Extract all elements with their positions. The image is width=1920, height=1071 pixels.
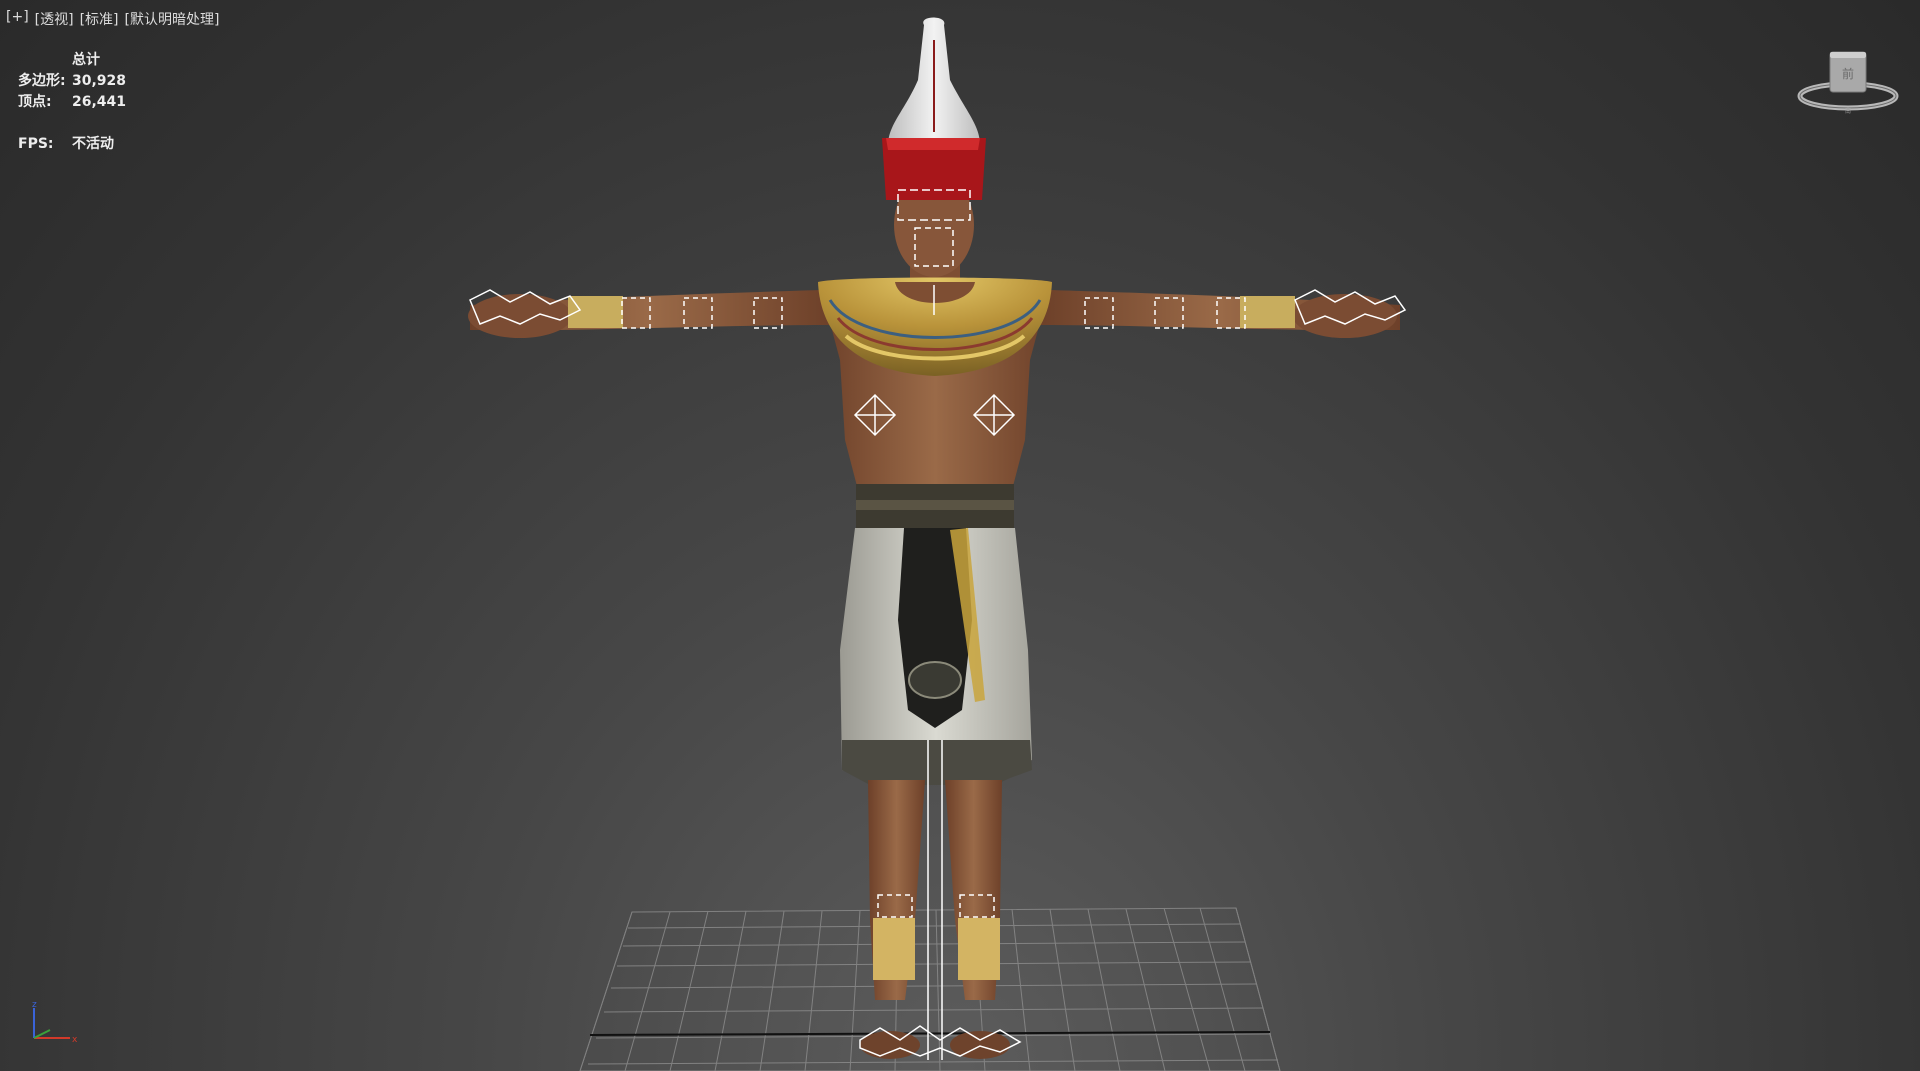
y-axis-line	[33, 1029, 51, 1039]
viewport-plus-menu[interactable]: [+]	[6, 9, 29, 29]
kilt-hem	[842, 740, 1032, 785]
stats-vertices-row: 顶点: 26,441	[18, 92, 126, 113]
character-model[interactable]	[468, 17, 1400, 1060]
kilt-emblem	[908, 661, 962, 699]
left-anklet	[873, 918, 915, 980]
3d-viewport[interactable]: [+] [透视] [标准] [默认明暗处理] 总计 多边形: 30,928 顶点…	[0, 0, 1920, 1071]
belt-band	[856, 500, 1014, 510]
z-axis-label: z	[32, 1000, 37, 1010]
vertices-label: 顶点:	[18, 94, 52, 110]
stats-polygons-row: 多边形: 30,928	[18, 71, 126, 92]
viewport-standard-menu[interactable]: [标准]	[80, 9, 119, 29]
viewport-perspective-menu[interactable]: [透视]	[35, 9, 74, 29]
viewcube-compass-label: 南	[1845, 107, 1851, 115]
viewcube-face-label: 前	[1842, 66, 1854, 81]
ground-grid	[579, 907, 1281, 1071]
viewport-statistics: 总计 多边形: 30,928 顶点: 26,441 FPS: 不活动	[18, 50, 126, 155]
stats-header-row: 总计	[18, 50, 126, 71]
left-hand	[468, 294, 572, 338]
fps-label: FPS:	[18, 136, 54, 152]
axis-tripod: z x	[32, 1000, 78, 1045]
stats-fps-row: FPS: 不活动	[18, 134, 126, 155]
viewport-shading-menu[interactable]: [默认明暗处理]	[125, 9, 220, 29]
x-axis-label: x	[72, 1035, 78, 1045]
polygons-value: 30,928	[72, 73, 127, 89]
right-anklet	[958, 918, 1000, 980]
crown-red-highlight	[886, 138, 980, 150]
vertices-value: 26,441	[72, 94, 127, 110]
viewcube[interactable]: 前 南	[1793, 46, 1903, 116]
right-hand	[1293, 294, 1397, 338]
scene-canvas[interactable]	[0, 0, 1920, 1071]
polygons-label: 多边形:	[18, 73, 66, 89]
right-bracelet	[1240, 296, 1295, 328]
viewport-label-menu: [+] [透视] [标准] [默认明暗处理]	[6, 9, 219, 29]
stats-header: 总计	[72, 52, 100, 68]
fps-value: 不活动	[72, 136, 114, 152]
